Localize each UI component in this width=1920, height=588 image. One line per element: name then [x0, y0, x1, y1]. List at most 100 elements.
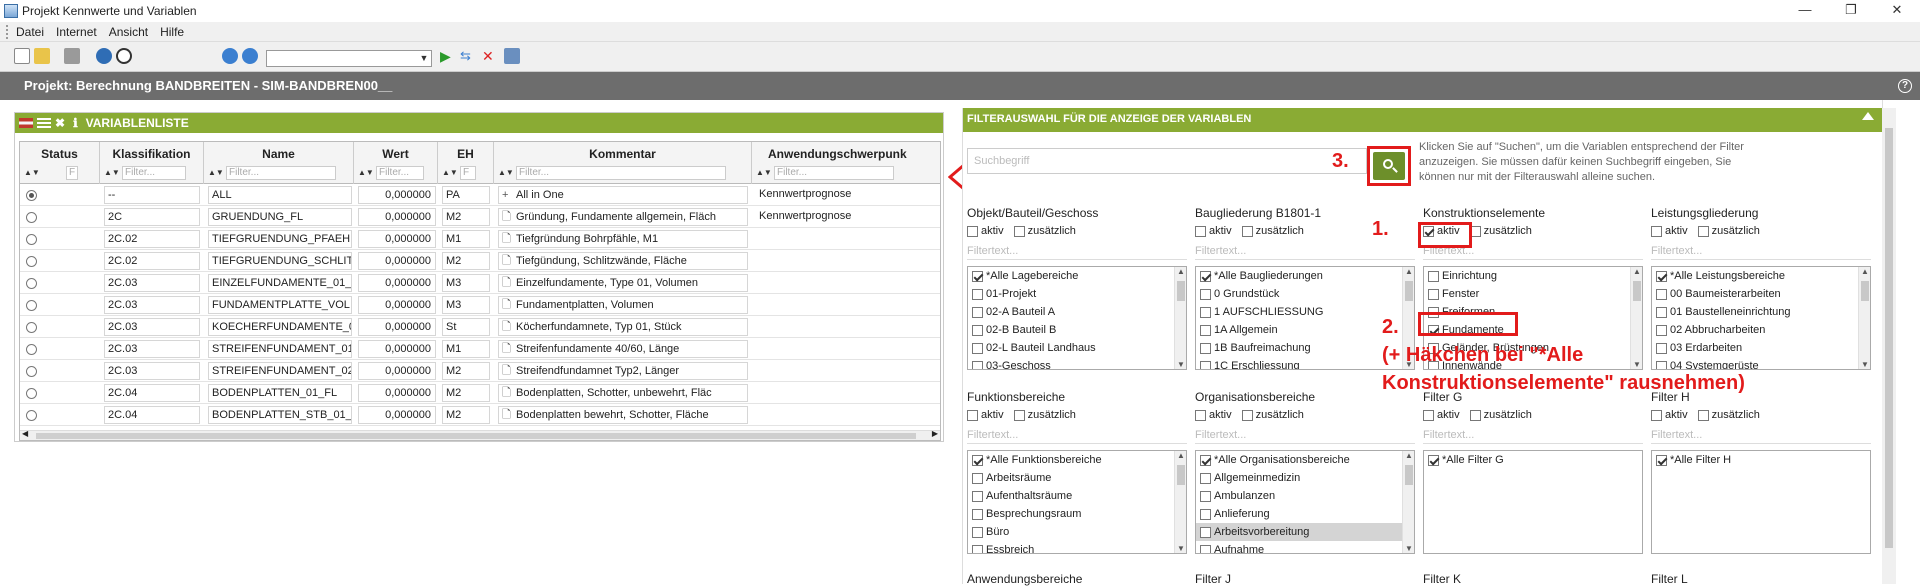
cell-eh[interactable]: M3 [442, 296, 490, 314]
list-item[interactable]: 02 Abbrucharbeiten [1652, 321, 1870, 339]
table-row[interactable]: -- ALL 0,000000 PA + All in One Kennwertprogno… [20, 184, 940, 206]
list-item[interactable]: 04 Systemgerüste [1652, 357, 1870, 369]
row-select-radio[interactable] [26, 256, 37, 267]
scroll-down-icon[interactable]: ▼ [1177, 544, 1185, 553]
sort-icon[interactable]: ▲▼ [24, 168, 40, 177]
cell-wert[interactable]: 0,000000 [358, 252, 436, 270]
row-select-radio[interactable] [26, 366, 37, 377]
menu-ansicht[interactable]: Ansicht [109, 25, 148, 39]
cell-name[interactable]: BODENPLATTEN_STB_01_ [208, 406, 352, 424]
list-item[interactable]: 02-L Bauteil Landhaus [968, 339, 1186, 357]
filter-panel-scrollbar[interactable] [1882, 108, 1896, 584]
scroll-down-icon[interactable]: ▼ [1177, 360, 1185, 369]
address-combo[interactable]: ▼ [266, 50, 432, 67]
cell-kommentar[interactable]: 🗋 Streifendfundamnet Typ2, Länger [498, 362, 748, 380]
cell-klass[interactable]: 2C.03 [104, 296, 200, 314]
cell-klass[interactable]: 2C.03 [104, 318, 200, 336]
item-checkbox[interactable] [1200, 472, 1211, 484]
column-kommentar[interactable]: Kommentar ▲▼ Filter... [494, 142, 752, 184]
list-item[interactable]: *Alle Lagebereiche [968, 267, 1186, 285]
cell-name[interactable]: KOECHERFUNDAMENTE_0 [208, 318, 352, 336]
item-checkbox[interactable] [1200, 508, 1211, 520]
list-item[interactable]: *Alle Filter H [1652, 451, 1870, 469]
play-icon[interactable]: ▶ [440, 48, 456, 64]
row-select-radio[interactable] [26, 300, 37, 311]
item-checkbox[interactable] [972, 526, 983, 538]
scroll-down-icon[interactable]: ▼ [1633, 360, 1641, 369]
scrollbar-thumb[interactable] [1405, 465, 1413, 485]
scrollbar-thumb[interactable] [1177, 281, 1185, 301]
listbox-scrollbar[interactable]: ▲ ▼ [1858, 267, 1870, 369]
item-checkbox[interactable] [1200, 490, 1211, 502]
stop-icon[interactable]: ✕ [482, 48, 498, 64]
scroll-up-icon[interactable]: ▲ [1177, 267, 1185, 276]
list-item[interactable]: *Alle Funktionsbereiche [968, 451, 1186, 469]
item-checkbox[interactable] [972, 544, 983, 553]
sort-icon[interactable]: ▲▼ [498, 168, 514, 177]
cell-kommentar[interactable]: 🗋 Gründung, Fundamente allgemein, Fläch [498, 208, 748, 226]
aktiv-checkbox[interactable] [1195, 409, 1206, 421]
cell-anw[interactable] [756, 340, 936, 358]
menu-internet[interactable]: Internet [56, 25, 97, 39]
row-select-radio[interactable] [26, 344, 37, 355]
cell-eh[interactable]: M1 [442, 230, 490, 248]
cell-anw[interactable] [756, 296, 936, 314]
zusaetzlich-checkbox[interactable] [1697, 409, 1709, 421]
item-checkbox[interactable] [972, 288, 983, 300]
scrollbar-thumb[interactable] [1177, 465, 1185, 485]
row-select-radio[interactable] [26, 234, 37, 245]
cell-wert[interactable]: 0,000000 [358, 340, 436, 358]
list-item[interactable]: *Alle Baugliederungen [1196, 267, 1414, 285]
item-checkbox[interactable] [1656, 342, 1667, 354]
list-item[interactable]: 00 Baumeisterarbeiten [1652, 285, 1870, 303]
cell-klass[interactable]: 2C.04 [104, 406, 200, 424]
cell-anw[interactable] [756, 406, 936, 424]
scroll-up-icon[interactable]: ▲ [1633, 267, 1641, 276]
table-row[interactable]: 2C.03 KOECHERFUNDAMENTE_0 0,000000 St 🗋 Köche… [20, 316, 940, 338]
listbox-scrollbar[interactable]: ▲ ▼ [1630, 267, 1642, 369]
scroll-left-icon[interactable]: ◀ [22, 429, 28, 438]
flag-icon[interactable] [19, 118, 33, 128]
scroll-up-icon[interactable]: ▲ [1861, 267, 1869, 276]
cell-kommentar[interactable]: 🗋 Bodenplatten, Schotter, unbewehrt, Fläc [498, 384, 748, 402]
cell-wert[interactable]: 0,000000 [358, 274, 436, 292]
list-item[interactable]: Besprechungsraum [968, 505, 1186, 523]
cell-anw[interactable] [756, 252, 936, 270]
item-checkbox[interactable] [1200, 360, 1211, 369]
aktiv-checkbox[interactable] [1195, 225, 1206, 237]
cell-name[interactable]: TIEFGRUENDUNG_SCHLIT [208, 252, 352, 270]
filter-listbox[interactable]: *Alle Organisationsbereiche Allgemeinmedi… [1195, 450, 1415, 554]
list-item[interactable]: *Alle Leistungsbereiche [1652, 267, 1870, 285]
column-eh[interactable]: EH ▲▼ F [438, 142, 494, 184]
list-icon[interactable] [37, 118, 51, 128]
cell-eh[interactable]: M2 [442, 406, 490, 424]
cell-klass[interactable]: -- [104, 186, 200, 204]
list-item[interactable]: Ambulanzen [1196, 487, 1414, 505]
help-icon[interactable]: ? [1898, 79, 1912, 93]
item-checkbox[interactable] [1428, 454, 1439, 466]
cell-anw[interactable] [756, 318, 936, 336]
cell-kommentar[interactable]: 🗋 Bodenplatten bewehrt, Schotter, Fläche [498, 406, 748, 424]
kommentar-filter[interactable]: Filter... [516, 166, 726, 180]
cell-name[interactable]: TIEFGRUENDUNG_PFAEHL [208, 230, 352, 248]
cell-name[interactable]: STREIFENFUNDAMENT_02 [208, 362, 352, 380]
column-klassifikation[interactable]: Klassifikation ▲▼ Filter... [100, 142, 204, 184]
cell-anw[interactable] [756, 230, 936, 248]
row-select-radio[interactable] [26, 278, 37, 289]
scrollbar-thumb[interactable] [1861, 281, 1869, 301]
cell-kommentar[interactable]: 🗋 Köcherfundamnete, Typ 01, Stück [498, 318, 748, 336]
item-checkbox[interactable] [1200, 526, 1211, 538]
item-checkbox[interactable] [1656, 270, 1667, 282]
cell-name[interactable]: STREIFENFUNDAMENT_01 [208, 340, 352, 358]
scroll-up-icon[interactable]: ▲ [1405, 267, 1413, 276]
klassifikation-filter[interactable]: Filter... [122, 166, 186, 180]
zusaetzlich-checkbox[interactable] [1013, 409, 1025, 421]
scrollbar-thumb[interactable] [1405, 281, 1413, 301]
row-select-radio[interactable] [26, 388, 37, 399]
zusaetzlich-checkbox[interactable] [1241, 225, 1253, 237]
table-row[interactable]: 2C.03 FUNDAMENTPLATTE_VOL 0,000000 M3 🗋 Funda… [20, 294, 940, 316]
cell-eh[interactable]: M2 [442, 362, 490, 380]
item-checkbox[interactable] [1428, 270, 1439, 282]
table-row[interactable]: 2C.02 TIEFGRUENDUNG_PFAEHL 0,000000 M1 🗋 Tief… [20, 228, 940, 250]
item-checkbox[interactable] [1200, 288, 1211, 300]
